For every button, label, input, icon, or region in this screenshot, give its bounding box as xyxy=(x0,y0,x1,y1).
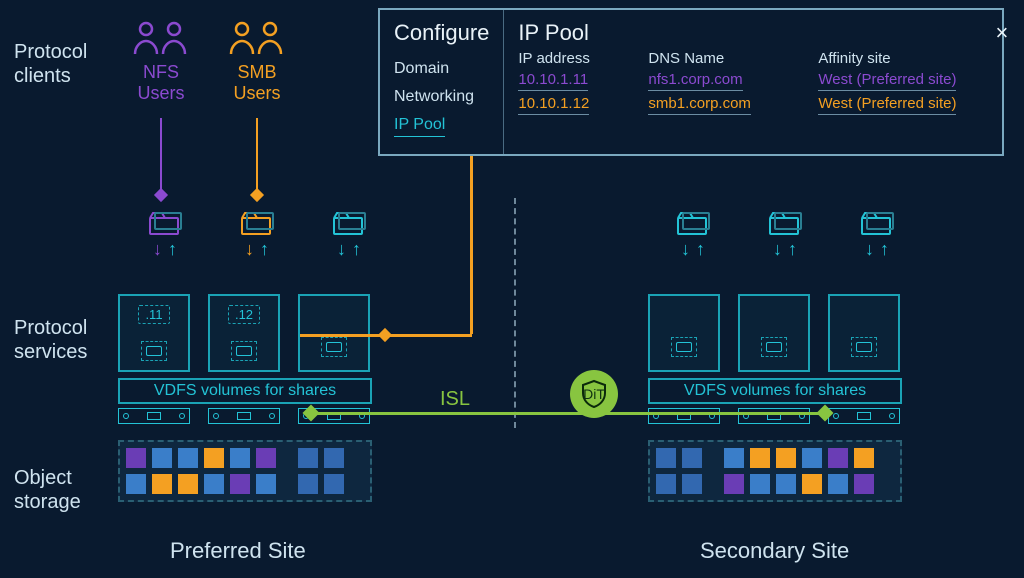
object-storage-secondary xyxy=(648,440,902,502)
rack-icon xyxy=(828,408,900,424)
cell-affinity: West (Preferred site) xyxy=(818,71,956,91)
label-protocol-services: Protocolservices xyxy=(14,316,87,364)
vdfs-bar-secondary: VDFS volumes for shares xyxy=(648,378,902,404)
panel-title-ippool: IP Pool xyxy=(518,20,1008,46)
chip-icon xyxy=(231,341,257,361)
isl-link xyxy=(308,412,828,415)
nav-networking[interactable]: Networking xyxy=(394,88,489,108)
connector-smb xyxy=(256,118,258,194)
nfs-users: NFSUsers xyxy=(126,18,196,104)
rack-row-preferred xyxy=(118,408,370,424)
users-icon xyxy=(132,18,190,60)
services-secondary xyxy=(648,294,900,372)
cell-dns: nfs1.corp.com xyxy=(648,71,742,91)
smb-users-label: SMBUsers xyxy=(233,62,280,104)
ip-badge: .12 xyxy=(228,305,260,324)
service-box: .12 xyxy=(208,294,280,372)
configure-panel: Configure Domain Networking IP Pool × IP… xyxy=(378,8,1004,156)
chip-icon xyxy=(321,337,347,357)
folders-secondary: ↓↑ ↓↑ ↓↑ xyxy=(668,210,902,258)
col-affinity: Affinity site xyxy=(818,50,1008,67)
services-preferred: .11 .12 xyxy=(118,294,370,372)
label-object-storage: Objectstorage xyxy=(14,466,81,514)
panel-nav: Configure Domain Networking IP Pool xyxy=(380,10,504,154)
folder-icon xyxy=(148,210,182,236)
service-box: .11 xyxy=(118,294,190,372)
rack-icon xyxy=(738,408,810,424)
service-box xyxy=(298,294,370,372)
folder-icon xyxy=(240,210,274,236)
rack-icon xyxy=(208,408,280,424)
nav-domain[interactable]: Domain xyxy=(394,60,489,80)
folder-icon xyxy=(332,210,366,236)
rack-row-secondary xyxy=(648,408,900,424)
cell-ip: 10.10.1.11 xyxy=(518,71,588,91)
connector-panel xyxy=(470,156,473,334)
cell-ip: 10.10.1.12 xyxy=(518,95,589,115)
dit-badge: DiT xyxy=(570,370,618,418)
connector-nfs xyxy=(160,118,162,194)
panel-content: × IP Pool IP address DNS Name Affinity s… xyxy=(504,10,1022,154)
chip-icon xyxy=(141,341,167,361)
ip-badge: .11 xyxy=(138,305,169,324)
label-protocol-clients: Protocolclients xyxy=(14,40,87,88)
nav-ip-pool[interactable]: IP Pool xyxy=(394,116,445,137)
panel-title-configure: Configure xyxy=(394,20,489,46)
service-box xyxy=(828,294,900,372)
connector-panel xyxy=(384,334,472,337)
folder-icon xyxy=(676,210,710,236)
col-dns: DNS Name xyxy=(648,50,798,67)
folders-preferred: ↓↑ ↓↑ ↓↑ xyxy=(140,210,374,258)
folder-icon xyxy=(768,210,802,236)
folder-icon xyxy=(860,210,894,236)
smb-users: SMBUsers xyxy=(222,18,292,104)
chip-icon xyxy=(761,337,787,357)
endpoint-nfs xyxy=(154,188,168,202)
chip-icon xyxy=(851,337,877,357)
connector-panel xyxy=(300,334,384,337)
users-row: NFSUsers SMBUsers xyxy=(126,18,292,104)
site-divider xyxy=(514,198,516,428)
cell-dns: smb1.corp.com xyxy=(648,95,751,115)
col-ip: IP address xyxy=(518,50,628,67)
service-box xyxy=(738,294,810,372)
service-box xyxy=(648,294,720,372)
object-storage-preferred xyxy=(118,440,372,502)
rack-icon xyxy=(648,408,720,424)
preferred-site-label: Preferred Site xyxy=(170,538,306,564)
rack-icon xyxy=(118,408,190,424)
nfs-users-label: NFSUsers xyxy=(137,62,184,104)
cell-affinity: West (Preferred site) xyxy=(818,95,956,115)
isl-label: ISL xyxy=(440,388,470,411)
vdfs-bar-preferred: VDFS volumes for shares xyxy=(118,378,372,404)
endpoint-smb xyxy=(250,188,264,202)
close-icon[interactable]: × xyxy=(996,20,1009,46)
secondary-site-label: Secondary Site xyxy=(700,538,849,564)
ip-pool-table: IP address DNS Name Affinity site 10.10.… xyxy=(518,50,1008,115)
users-icon xyxy=(228,18,286,60)
chip-icon xyxy=(671,337,697,357)
